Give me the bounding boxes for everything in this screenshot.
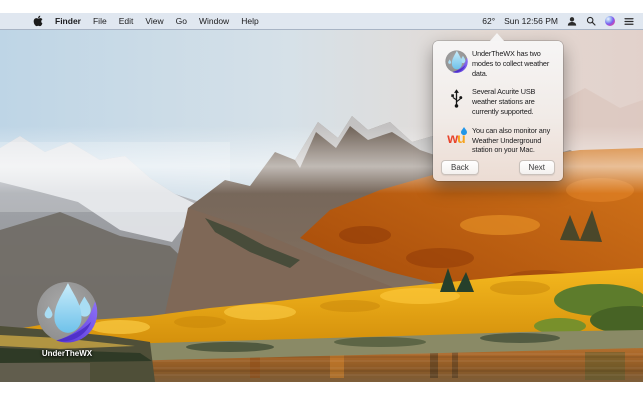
menubar-clock[interactable]: Sun 12:56 PM [504, 16, 558, 26]
menu-bar: Finder File Edit View Go Window Help 62°… [0, 13, 643, 30]
apple-icon [33, 15, 43, 27]
popover-step-text: You can also monitor any Weather Undergr… [472, 126, 550, 155]
spotlight-search-icon [586, 16, 596, 26]
macos-desktop-screenshot: Finder File Edit View Go Window Help 62°… [0, 0, 643, 402]
onboarding-popover: UnderTheWX has two modes to collect weat… [433, 33, 563, 181]
popover-text-line: Several Acurite USB [472, 87, 536, 97]
wu-logo-drop-icon [460, 126, 467, 135]
menu-item-window[interactable]: Window [199, 16, 229, 26]
next-button[interactable]: Next [518, 160, 555, 175]
popover-text-line: data. [472, 68, 488, 78]
siri-icon[interactable] [605, 16, 615, 26]
popover-step-text: Several Acurite USB weather stations are… [472, 87, 535, 116]
menu-item-edit[interactable]: Edit [119, 16, 134, 26]
notification-center-icon [624, 17, 634, 25]
back-button[interactable]: Back [441, 160, 479, 175]
popover-text-line: UnderTheWX has two [472, 49, 541, 58]
popover-step-modes: UnderTheWX has two modes to collect weat… [440, 49, 558, 78]
desktop-app-icon-underthewx[interactable]: UnderTheWX [34, 281, 100, 358]
user-menu-extra[interactable] [567, 16, 577, 27]
menu-item-help[interactable]: Help [241, 16, 258, 26]
menu-item-file[interactable]: File [93, 16, 107, 26]
popover-step-wunderground: wu You can also monitor any Weather Unde… [440, 126, 558, 155]
popover-text-line: modes to collect weather [472, 58, 550, 68]
apple-menu[interactable] [33, 15, 43, 27]
wu-logo-letter-w: w [447, 129, 458, 146]
menu-item-go[interactable]: Go [176, 16, 187, 26]
desktop-icon-label: UnderTheWX [41, 349, 93, 358]
underthewx-app-icon-large [36, 281, 98, 343]
spotlight-menu-extra[interactable] [586, 16, 596, 26]
popover-text-line: currently supported. [472, 106, 534, 116]
notification-center-menu-extra[interactable] [624, 17, 634, 26]
popover-text-line: Weather Underground [472, 135, 542, 145]
popover-text-line: station on your Mac. [472, 145, 535, 155]
weather-underground-logo: wu [440, 126, 472, 145]
menu-item-finder[interactable]: Finder [55, 16, 81, 26]
popover-button-row: Back Next [441, 160, 555, 175]
usb-icon [440, 87, 472, 109]
menu-item-view[interactable]: View [145, 16, 163, 26]
underthewx-app-icon [440, 49, 472, 73]
menubar-temperature[interactable]: 62° [482, 16, 495, 26]
user-icon [567, 16, 577, 26]
popover-text-line: weather stations are [472, 97, 535, 107]
popover-arrow [490, 33, 504, 41]
popover-text-line: You can also monitor any [472, 125, 551, 135]
popover-step-text: UnderTheWX has two modes to collect weat… [472, 49, 549, 78]
popover-step-usb: Several Acurite USB weather stations are… [440, 87, 558, 116]
